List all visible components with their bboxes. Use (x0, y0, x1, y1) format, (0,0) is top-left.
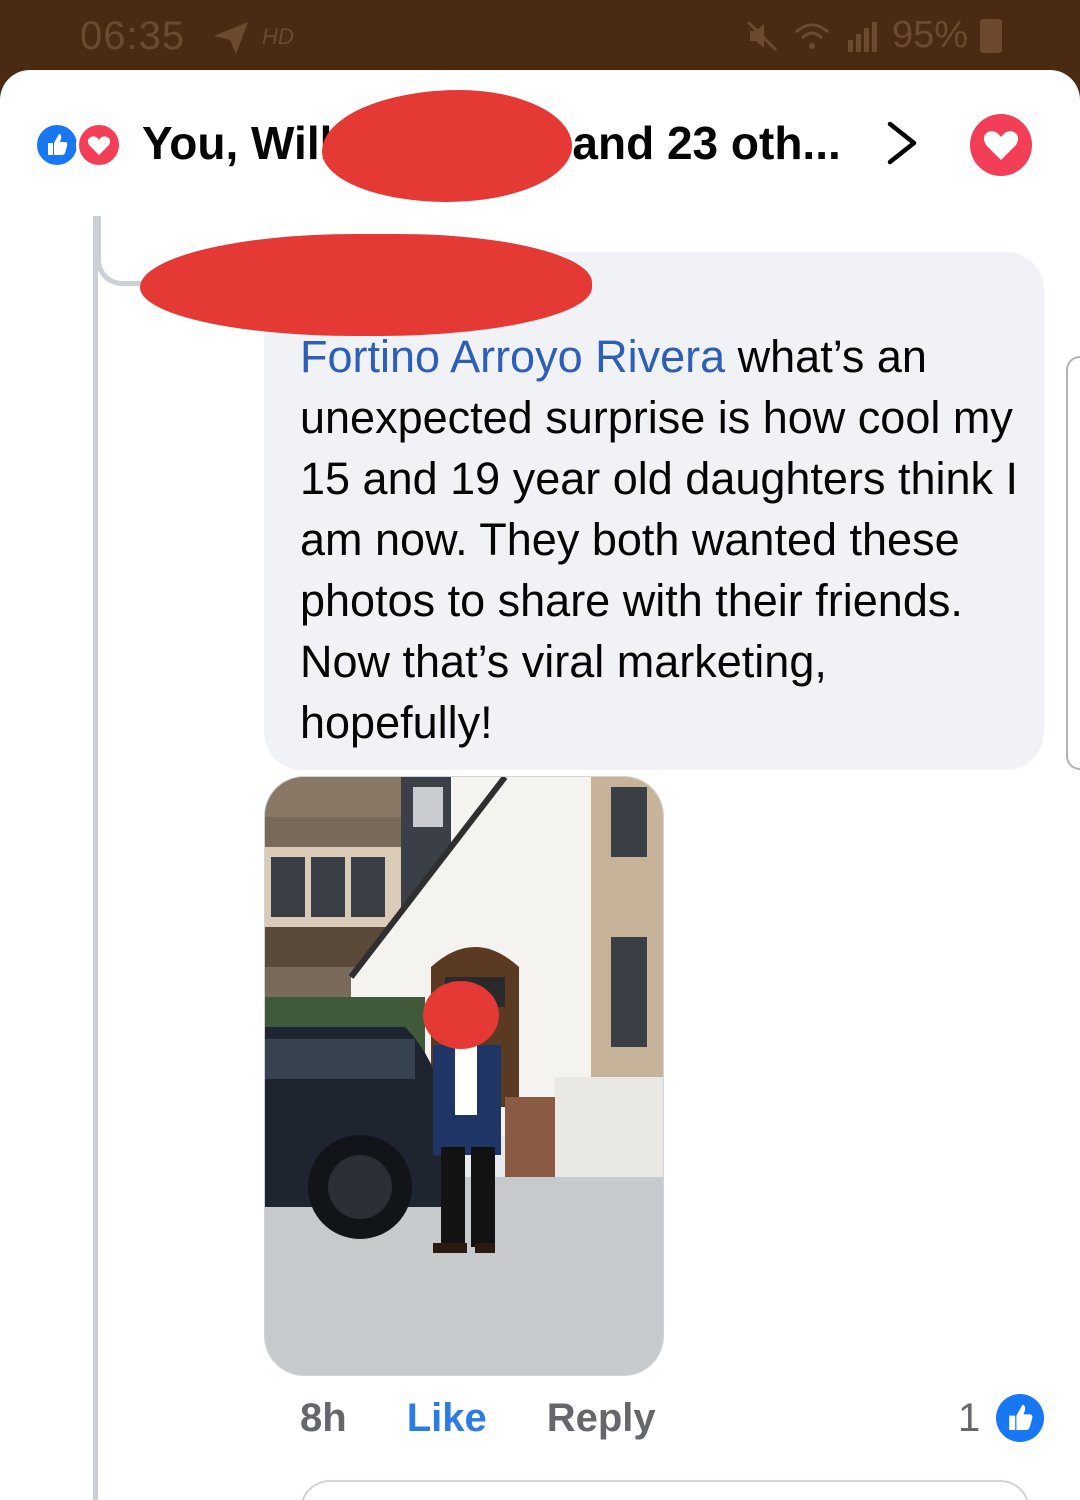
house-car-man-photo (265, 777, 663, 1375)
status-icons: 95% (744, 14, 1002, 57)
comment-timestamp: 8h (300, 1396, 347, 1440)
thread-line (93, 216, 98, 1500)
status-bar: 06:35 HD 95% (0, 0, 1080, 72)
comment-body: what’s an unexpected surprise is how coo… (300, 331, 1019, 748)
comment-text: Fortino Arroyo Rivera what’s an unexpect… (300, 326, 1020, 753)
next-comment-bubble (300, 1480, 1030, 1500)
reply-button[interactable]: Reply (547, 1396, 656, 1441)
redacted-author-name (140, 234, 592, 336)
mute-icon (746, 20, 777, 51)
navigation-arrow-icon (214, 22, 248, 54)
reactions-header[interactable]: You, Will and 23 oth... (0, 70, 1080, 210)
battery-icon (980, 18, 1002, 53)
chevron-right-icon[interactable] (880, 118, 926, 168)
battery-percent: 95% (891, 14, 968, 56)
status-time: 06:35 (80, 14, 186, 58)
comment-actions: 8h Like Reply (300, 1396, 656, 1441)
wifi-icon (794, 23, 829, 49)
like-icon (34, 122, 80, 168)
like-count[interactable]: 1 (958, 1396, 980, 1441)
user-love-reaction-icon[interactable] (970, 114, 1032, 176)
mention-link[interactable]: Fortino Arroyo Rivera (300, 331, 725, 382)
hd-voice-icon: HD (262, 24, 294, 49)
comment-sheet: You, Will and 23 oth... Fortino Arroyo Ri… (0, 70, 1080, 1500)
like-count-icon[interactable] (996, 1394, 1044, 1442)
signal-icon (847, 21, 877, 52)
comment-photo[interactable] (264, 776, 664, 1376)
reactions-summary-start: You, Will (142, 117, 333, 169)
love-icon (76, 122, 122, 168)
like-button[interactable]: Like (407, 1396, 487, 1441)
reactions-summary-end: and 23 oth... (572, 117, 841, 169)
redaction-mark (322, 90, 572, 202)
scrollbar[interactable] (1066, 356, 1080, 770)
